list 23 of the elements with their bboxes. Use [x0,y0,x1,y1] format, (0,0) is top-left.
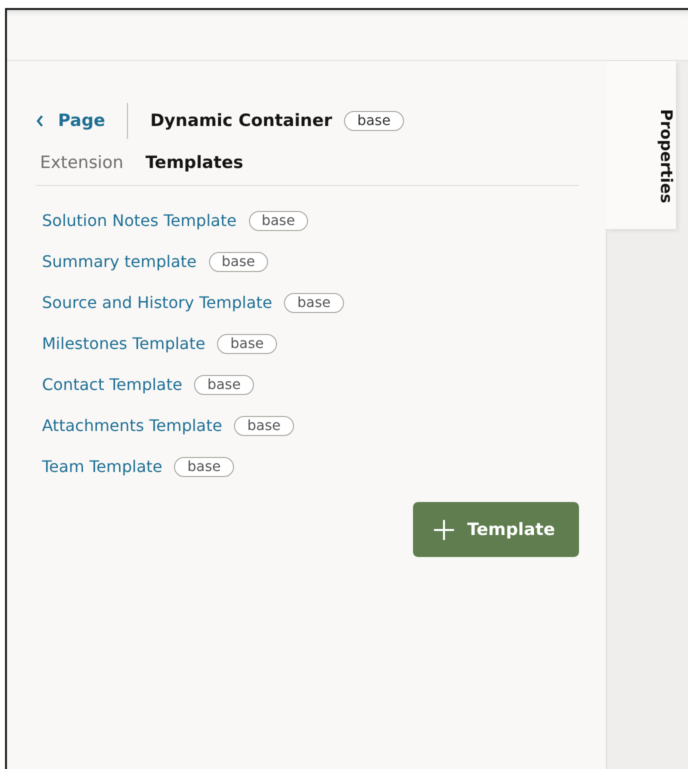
properties-tab[interactable]: Properties [606,61,676,229]
template-link[interactable]: Attachments Template [42,416,222,435]
base-badge: base [174,456,234,476]
base-badge: base [234,416,294,436]
base-badge: base [208,252,268,272]
template-link[interactable]: Summary template [42,252,197,271]
base-badge: base [284,292,344,312]
base-badge: base [217,334,277,354]
panel-title: Dynamic Container [150,111,332,131]
template-link[interactable]: Team Template [42,457,162,476]
base-badge: base [344,111,404,131]
base-badge: base [194,374,254,394]
template-link[interactable]: Milestones Template [42,334,206,353]
template-link[interactable]: Solution Notes Template [42,211,237,230]
back-link[interactable]: Page [36,111,106,131]
chevron-left-icon [36,115,44,127]
tab[interactable]: Templates [145,153,244,173]
template-link[interactable]: Source and History Template [42,293,272,312]
base-badge: base [248,210,308,230]
add-template-button[interactable]: Template [413,502,579,557]
plus-icon [433,518,456,540]
template-link[interactable]: Contact Template [42,375,182,394]
tab[interactable]: Extension [40,153,124,173]
